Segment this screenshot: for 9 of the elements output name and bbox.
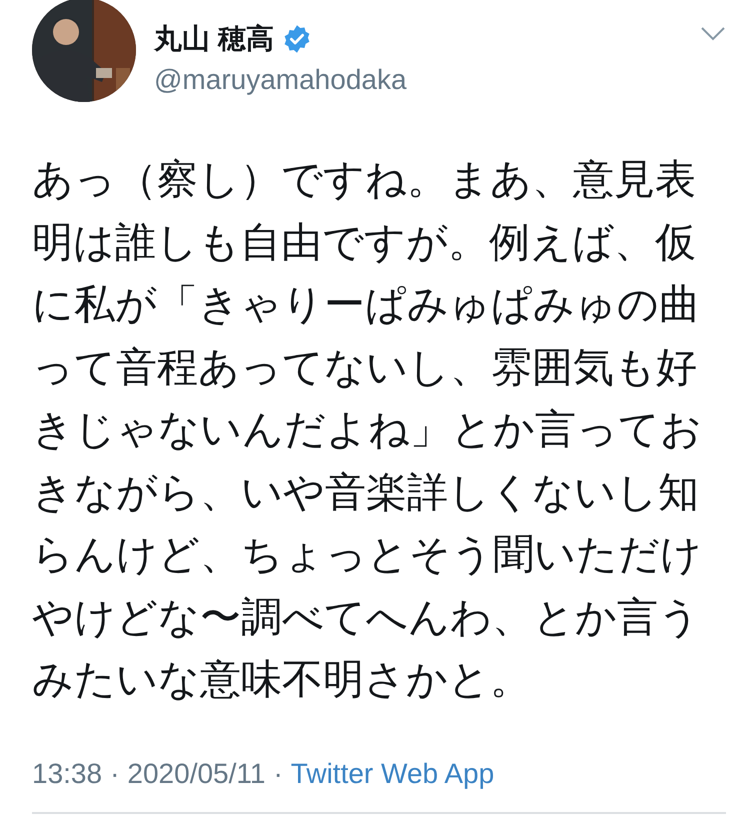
tweet-time: 13:38 bbox=[32, 758, 102, 790]
author-handle: @maruyamahodaka bbox=[154, 64, 408, 96]
author-name: 丸山 穂高 bbox=[154, 22, 274, 56]
separator-dot: · bbox=[273, 758, 283, 790]
source-link[interactable]: Twitter Web App bbox=[290, 758, 494, 790]
tweet-date: 2020/05/11 bbox=[127, 758, 266, 790]
tweet-text: あっ（察し）ですね。まあ、意見表明は誰しも自由ですが。例えば、仮に私が「きゃりーぱみゅぱみゅの曲って音程あってないし、雰囲気も好きじゃないんだよね」とか言っておきながら、いや音楽詳しくないし知らんけど、ちょっとそう聞いただけやけどな〜調べてへんわ、とか言うみたいな意味不明さかと。 bbox=[32, 155, 702, 704]
separator-dot: · bbox=[110, 758, 120, 790]
chevron-down-icon[interactable] bbox=[700, 26, 726, 42]
